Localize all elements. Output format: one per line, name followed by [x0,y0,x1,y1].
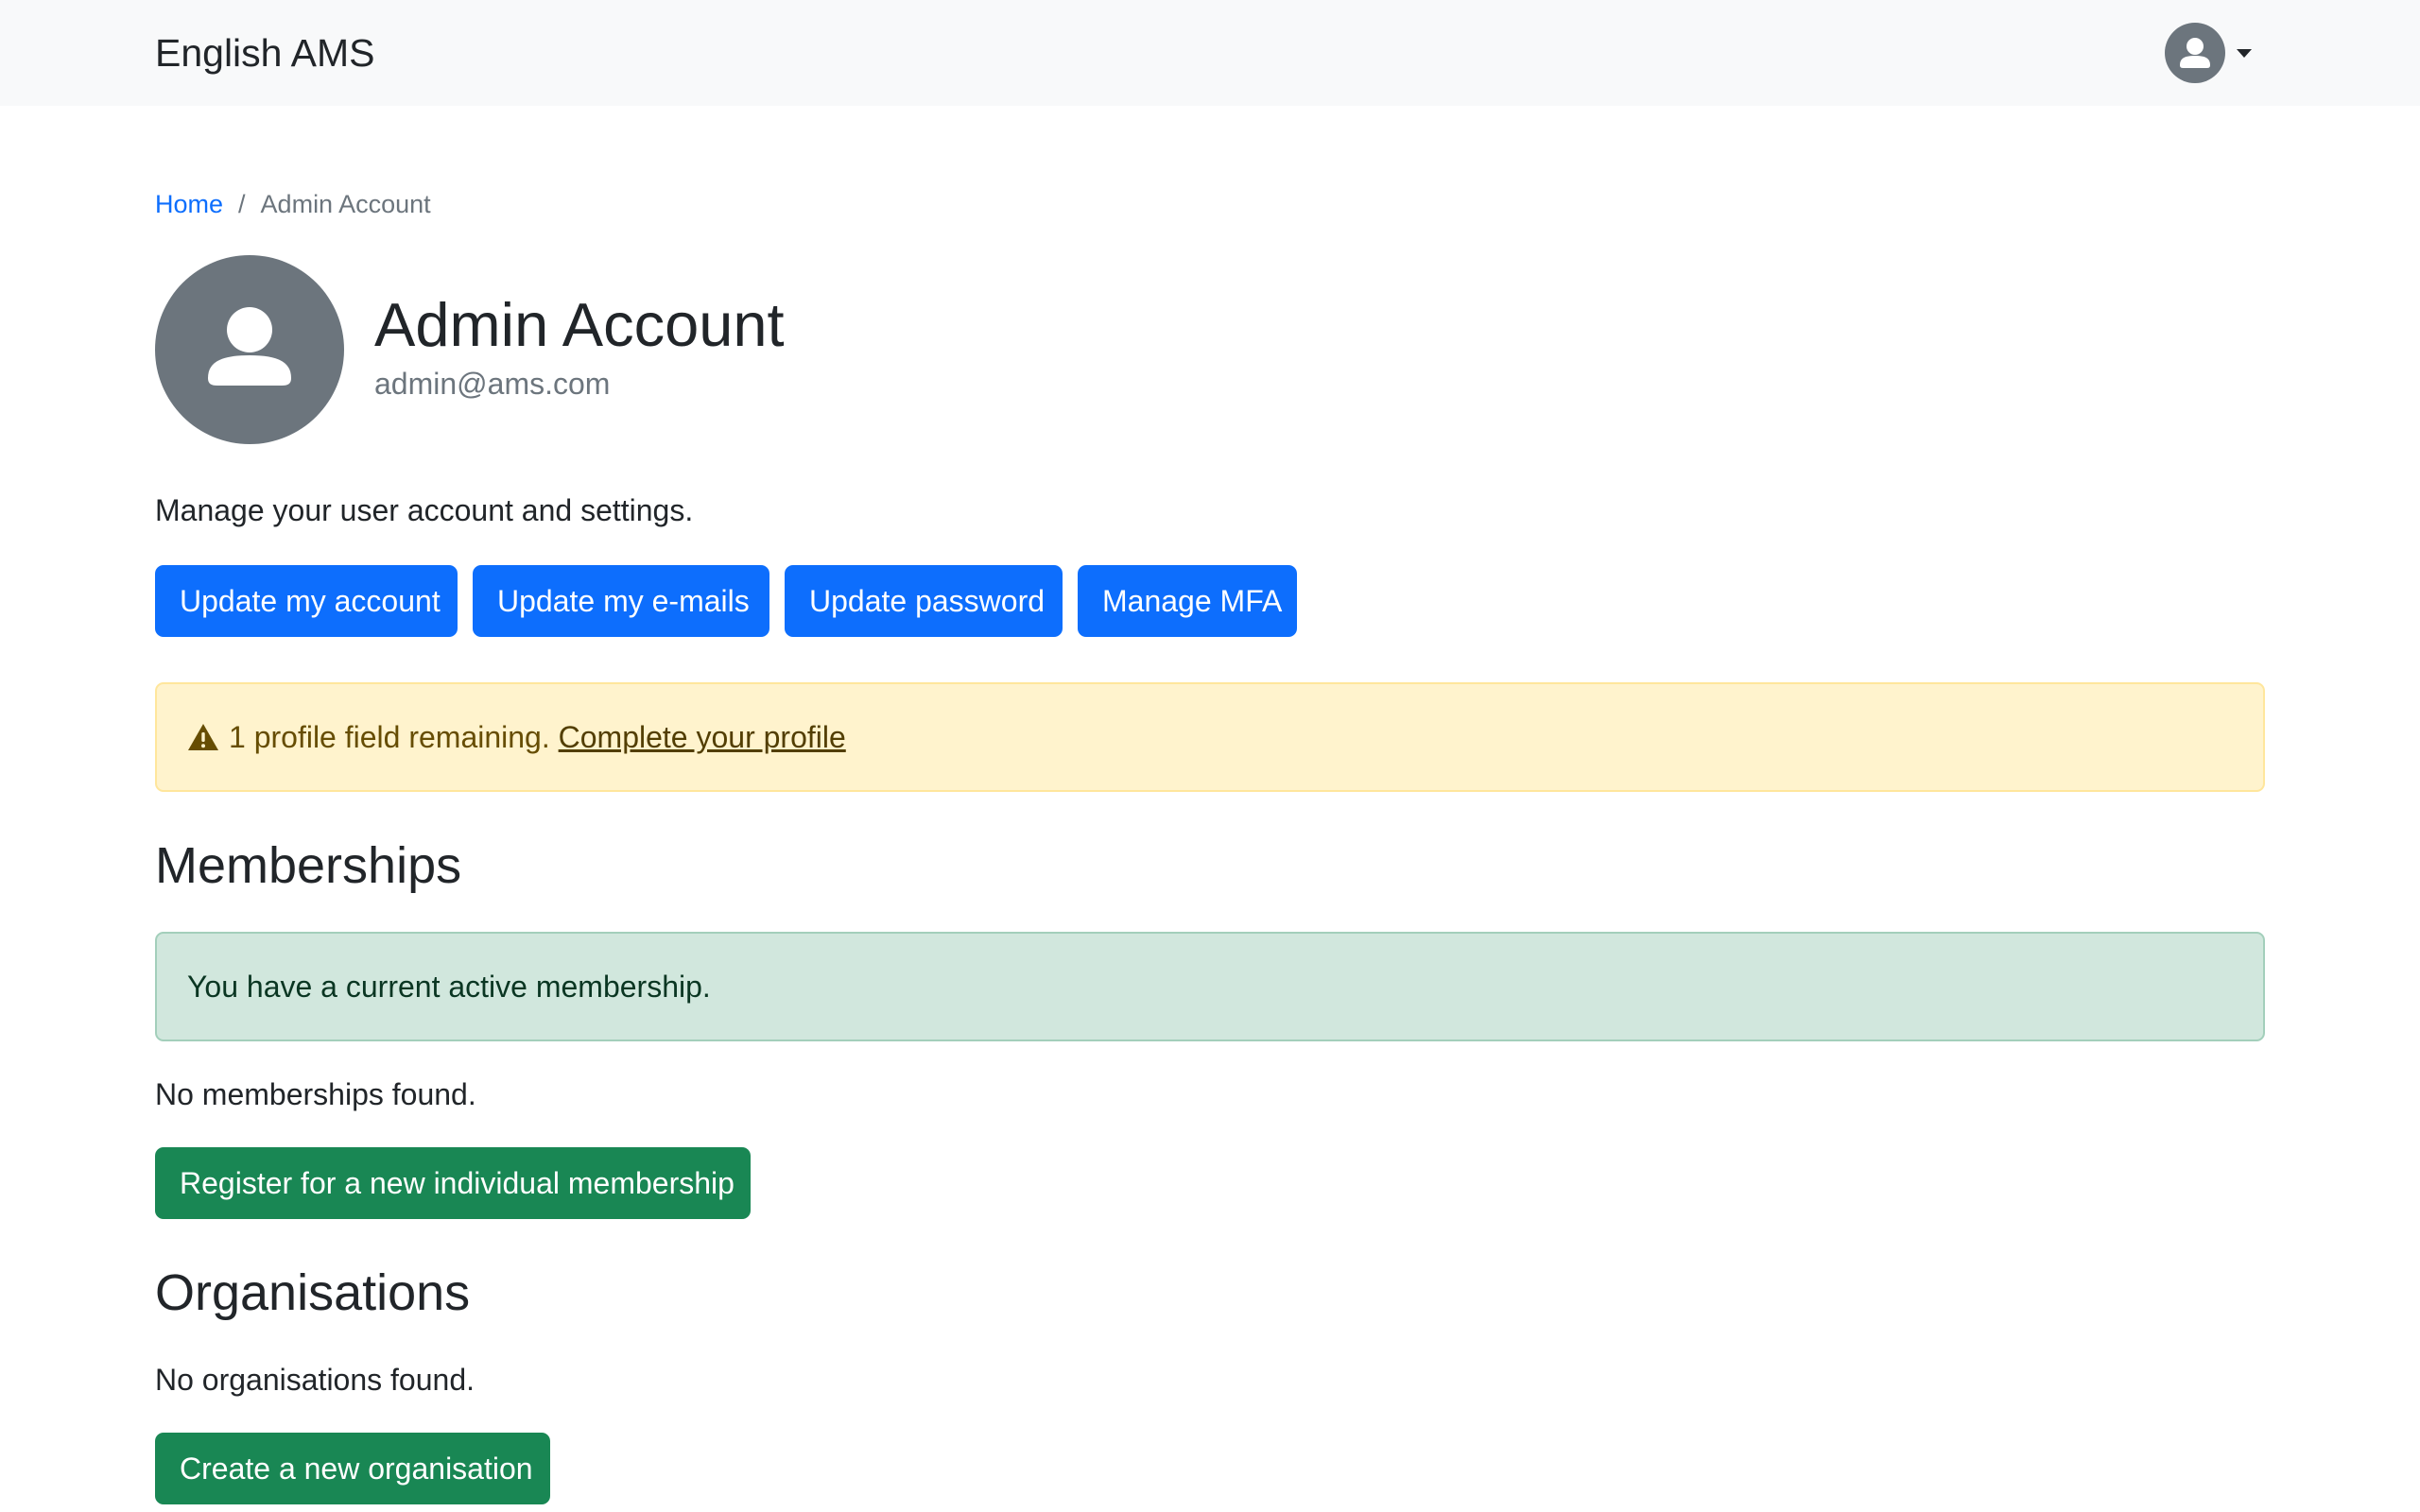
update-emails-button[interactable]: Update my e-mails [473,565,769,637]
profile-alert-text: 1 profile field remaining. [229,720,550,754]
update-password-button[interactable]: Update password [785,565,1063,637]
update-account-button[interactable]: Update my account [155,565,458,637]
create-organisation-button[interactable]: Create a new organisation [155,1433,550,1504]
memberships-heading: Memberships [155,837,462,894]
user-icon [208,307,291,386]
caret-down-icon [2237,49,2252,58]
breadcrumb-separator: / [238,190,246,218]
organisations-empty-text: No organisations found. [155,1363,475,1397]
register-membership-button[interactable]: Register for a new individual membership [155,1147,751,1219]
user-menu-toggle[interactable] [2165,23,2252,83]
breadcrumb-current: Admin Account [260,190,431,218]
manage-mfa-button[interactable]: Manage MFA [1078,565,1297,637]
membership-status-alert: You have a current active membership. [155,932,2265,1041]
profile-avatar [155,255,344,444]
page-title: Admin Account [374,290,785,359]
breadcrumb: Home / Admin Account [155,185,431,223]
profile-email: admin@ams.com [374,367,611,401]
breadcrumb-home-link[interactable]: Home [155,190,223,218]
top-navbar: English AMS [0,0,2420,106]
memberships-empty-text: No memberships found. [155,1077,476,1111]
complete-profile-link[interactable]: Complete your profile [559,720,846,754]
brand-link[interactable]: English AMS [155,26,374,79]
profile-incomplete-alert: 1 profile field remaining. Complete your… [155,682,2265,792]
organisations-heading: Organisations [155,1264,471,1321]
user-icon [2165,23,2225,83]
account-intro-text: Manage your user account and settings. [155,493,694,527]
warning-triangle-icon [188,724,218,750]
